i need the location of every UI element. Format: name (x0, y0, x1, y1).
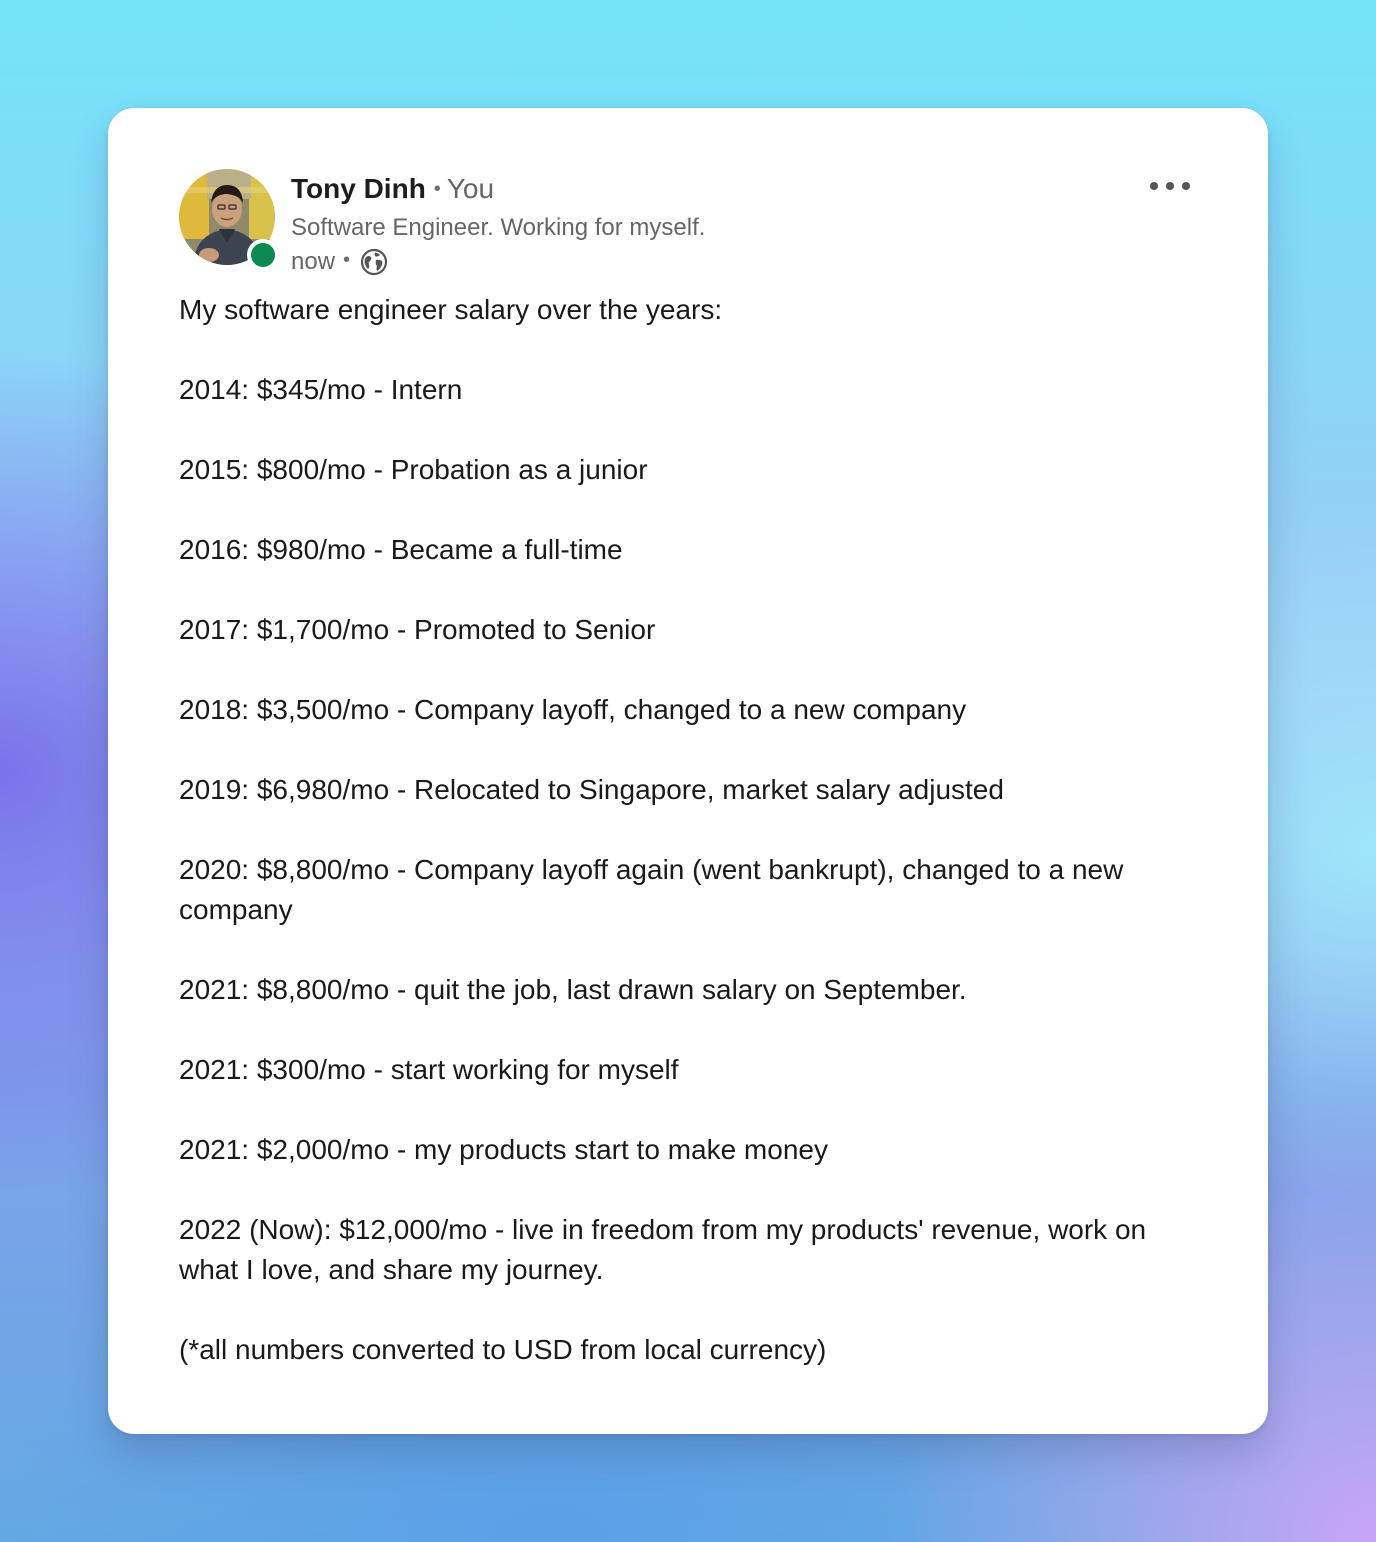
separator-dot: • (343, 249, 351, 271)
author-headline: Software Engineer. Working for myself. (291, 214, 706, 241)
salary-entry: 2018: $3,500/mo - Company layoff, change… (179, 694, 967, 725)
salary-entry: 2021: $300/mo - start working for myself (179, 1054, 679, 1085)
salary-entry: 2016: $980/mo - Became a full-time (179, 534, 623, 565)
post-body: My software engineer salary over the yea… (179, 290, 1209, 1370)
post-meta: now • (291, 245, 705, 279)
salary-entry: 2017: $1,700/mo - Promoted to Senior (179, 614, 656, 645)
salary-entry: 2021: $8,800/mo - quit the job, last dra… (179, 974, 967, 1005)
globe-icon (360, 248, 388, 276)
salary-entry: 2019: $6,980/mo - Relocated to Singapore… (179, 774, 1004, 805)
post-card: Tony Dinh • You Software Engineer. Working… (108, 108, 1268, 1434)
author-name-row: Tony Dinh • You (291, 170, 705, 211)
author-name[interactable]: Tony Dinh (291, 173, 426, 204)
more-horizontal-icon (1150, 182, 1190, 190)
salary-entry: 2022 (Now): $12,000/mo - live in freedom… (179, 1214, 1147, 1285)
post-header: Tony Dinh • You Software Engineer. Working… (291, 170, 705, 279)
post-timestamp: now (291, 248, 336, 275)
salary-entry: 2020: $8,800/mo - Company layoff again (… (179, 854, 1124, 925)
separator-dot: • (433, 178, 441, 200)
post-intro: My software engineer salary over the yea… (179, 294, 723, 325)
post-footnote: (*all numbers converted to USD from loca… (179, 1334, 827, 1365)
avatar[interactable] (179, 169, 279, 271)
salary-entry: 2015: $800/mo - Probation as a junior (179, 454, 648, 485)
author-relation: You (446, 173, 495, 204)
salary-entry: 2021: $2,000/mo - my products start to m… (179, 1134, 828, 1165)
online-status-dot (247, 239, 279, 271)
salary-entry: 2014: $345/mo - Intern (179, 374, 463, 405)
more-options-button[interactable] (1144, 168, 1200, 204)
